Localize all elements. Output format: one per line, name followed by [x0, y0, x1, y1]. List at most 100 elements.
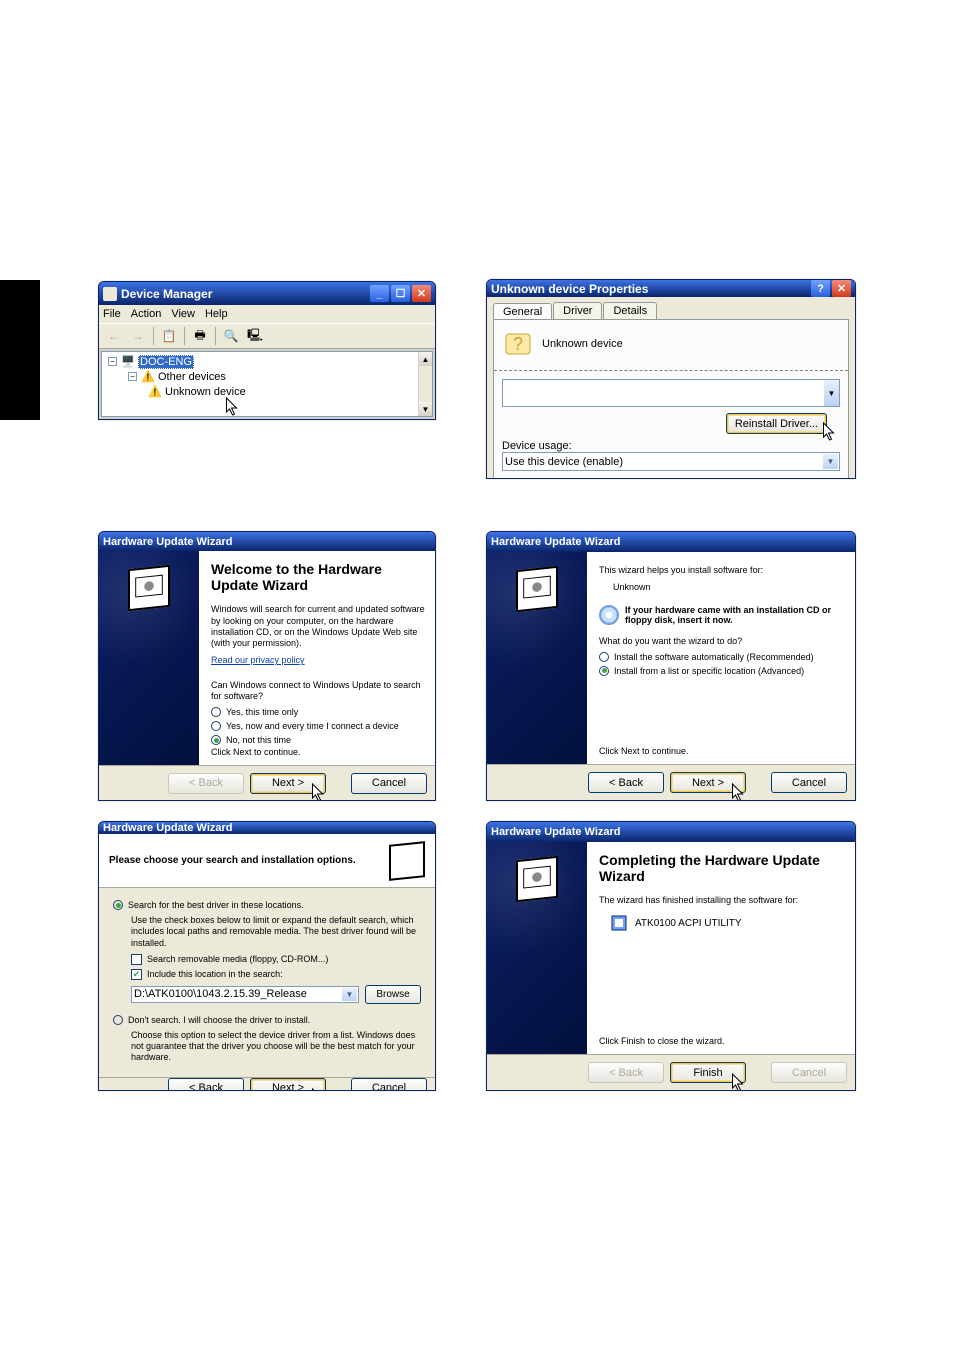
wizard-hero-icon [516, 566, 558, 612]
menu-file[interactable]: File [103, 308, 121, 320]
minimize-button[interactable]: _ [370, 285, 389, 302]
nav-fwd-icon[interactable]: → [127, 326, 149, 346]
close-button[interactable]: ✕ [412, 285, 431, 302]
scroll-down-icon[interactable]: ▼ [419, 402, 432, 416]
hardware-wizard-search-options: Hardware Update Wizard Please choose you… [98, 821, 436, 1091]
titlebar[interactable]: Hardware Update Wizard [487, 822, 855, 842]
wizard-footer: < Back Next > Cancel [99, 765, 435, 800]
check-label: Include this location in the search: [147, 969, 283, 979]
menubar: File Action View Help [99, 305, 435, 323]
tree-root-label[interactable]: DOC-ENG [138, 355, 194, 369]
menu-help[interactable]: Help [205, 308, 228, 320]
device-status-box: ▼ [502, 379, 840, 407]
back-button: < Back [588, 1062, 664, 1083]
radio-icon [211, 721, 221, 731]
chevron-down-icon[interactable]: ▼ [342, 988, 357, 1001]
radio-label: Install from a list or specific location… [614, 666, 804, 676]
titlebar[interactable]: Hardware Update Wizard [487, 532, 855, 552]
app-icon [103, 287, 117, 301]
tab-general[interactable]: General [493, 303, 552, 320]
cd-icon [599, 605, 619, 625]
titlebar[interactable]: Hardware Update Wizard [99, 822, 435, 834]
tree-group[interactable]: − ⚠️ Other devices [104, 369, 430, 384]
toolbar: ← → 📋 🖶 🔍 🖳 [99, 323, 435, 349]
reinstall-driver-button[interactable]: Reinstall Driver... [726, 413, 827, 434]
menu-action[interactable]: Action [131, 308, 162, 320]
radio-label: Don't search. I will choose the driver t… [128, 1015, 310, 1025]
tab-driver[interactable]: Driver [553, 302, 602, 319]
device-manager-window: Device Manager _ ☐ ✕ File Action View He… [98, 281, 436, 420]
nav-back-icon[interactable]: ← [103, 326, 125, 346]
radio-no[interactable]: No, not this time [211, 735, 425, 745]
window-title: Device Manager [121, 287, 212, 301]
checkbox-icon [131, 954, 142, 965]
warning-icon: ⚠️ [148, 385, 162, 399]
radio-search[interactable]: Search for the best driver in these loca… [113, 900, 421, 910]
tree-root[interactable]: − 🖥️ DOC-ENG [104, 354, 430, 369]
scan-icon[interactable]: 🔍 [220, 326, 242, 346]
radio-icon [113, 900, 123, 910]
menu-view[interactable]: View [171, 308, 195, 320]
tab-body: ? Unknown device ▼ Reinstall Driver... D… [493, 319, 849, 479]
combo-value: D:\ATK0100\1043.2.15.39_Release [134, 988, 307, 1000]
scroll-up-icon[interactable]: ▲ [419, 352, 432, 366]
window-title: Hardware Update Wizard [103, 822, 233, 834]
titlebar[interactable]: Hardware Update Wizard [99, 532, 435, 551]
wizard-footer: < Back Finish Cancel [487, 1054, 855, 1090]
radio-auto[interactable]: Install the software automatically (Reco… [599, 652, 845, 662]
titlebar[interactable]: Unknown device Properties ? ✕ [487, 280, 855, 297]
back-button[interactable]: < Back [168, 1078, 244, 1092]
window-title: Hardware Update Wizard [103, 536, 233, 548]
check-include-location[interactable]: ✔Include this location in the search: [131, 969, 421, 980]
radio-yes-always[interactable]: Yes, now and every time I connect a devi… [211, 721, 425, 731]
page-edge [0, 280, 40, 420]
close-button[interactable]: ✕ [832, 280, 851, 297]
vertical-scrollbar[interactable]: ▲ ▼ [418, 352, 432, 416]
check-removable[interactable]: Search removable media (floppy, CD-ROM..… [131, 954, 421, 965]
uninstall-icon[interactable]: 🖳 [244, 326, 266, 346]
titlebar[interactable]: Device Manager _ ☐ ✕ [99, 282, 435, 305]
device-warning-icon: ? [502, 328, 534, 360]
collapse-icon[interactable]: − [108, 357, 117, 366]
tab-details[interactable]: Details [603, 302, 657, 319]
back-button: < Back [168, 773, 244, 794]
device-properties-dialog: Unknown device Properties ? ✕ General Dr… [486, 279, 856, 479]
next-button[interactable]: Next > [670, 772, 746, 793]
radio-yes-once[interactable]: Yes, this time only [211, 707, 425, 717]
click-next-text: Click Next to continue. [599, 746, 845, 757]
tree-item-label[interactable]: Unknown device [165, 386, 246, 398]
browse-button[interactable]: Browse [365, 985, 421, 1004]
window-buttons: ? ✕ [811, 280, 851, 297]
radio-search-desc: Use the check boxes below to limit or ex… [113, 915, 421, 949]
radio-advanced[interactable]: Install from a list or specific location… [599, 666, 845, 676]
chevron-down-icon[interactable]: ▼ [823, 454, 838, 469]
radio-label: Yes, now and every time I connect a devi… [226, 721, 399, 731]
device-tree[interactable]: − 🖥️ DOC-ENG − ⚠️ Other devices ⚠️ Unkno… [101, 351, 433, 417]
path-combo[interactable]: D:\ATK0100\1043.2.15.39_Release ▼ [131, 986, 359, 1003]
collapse-icon[interactable]: − [128, 372, 137, 381]
next-button[interactable]: Next > [250, 773, 326, 794]
window-title: Hardware Update Wizard [491, 826, 621, 838]
wizard-text: Windows will search for current and upda… [211, 604, 425, 649]
tree-group-label[interactable]: Other devices [158, 371, 226, 383]
wizard-sidebar [487, 552, 587, 764]
cd-tip: If your hardware came with an installati… [599, 605, 845, 625]
back-button[interactable]: < Back [588, 772, 664, 793]
next-button[interactable]: Next > [250, 1078, 326, 1092]
maximize-button[interactable]: ☐ [391, 285, 410, 302]
cd-tip-text: If your hardware came with an installati… [625, 605, 845, 625]
device-usage-combo[interactable]: Use this device (enable) ▼ [502, 452, 840, 471]
print-icon[interactable]: 🖶 [189, 326, 211, 346]
tree-item[interactable]: ⚠️ Unknown device [104, 384, 430, 399]
privacy-link[interactable]: Read our privacy policy [211, 655, 305, 665]
radio-dont-search[interactable]: Don't search. I will choose the driver t… [113, 1015, 421, 1025]
properties-icon[interactable]: 📋 [158, 326, 180, 346]
finish-button[interactable]: Finish [670, 1062, 746, 1083]
wizard-hero-icon [389, 841, 425, 881]
cancel-button[interactable]: Cancel [351, 773, 427, 794]
close-text: Click Finish to close the wizard. [599, 1036, 845, 1047]
cancel-button[interactable]: Cancel [351, 1078, 427, 1092]
help-button[interactable]: ? [811, 280, 830, 297]
cancel-button[interactable]: Cancel [771, 772, 847, 793]
scroll-down-icon[interactable]: ▼ [824, 380, 839, 406]
